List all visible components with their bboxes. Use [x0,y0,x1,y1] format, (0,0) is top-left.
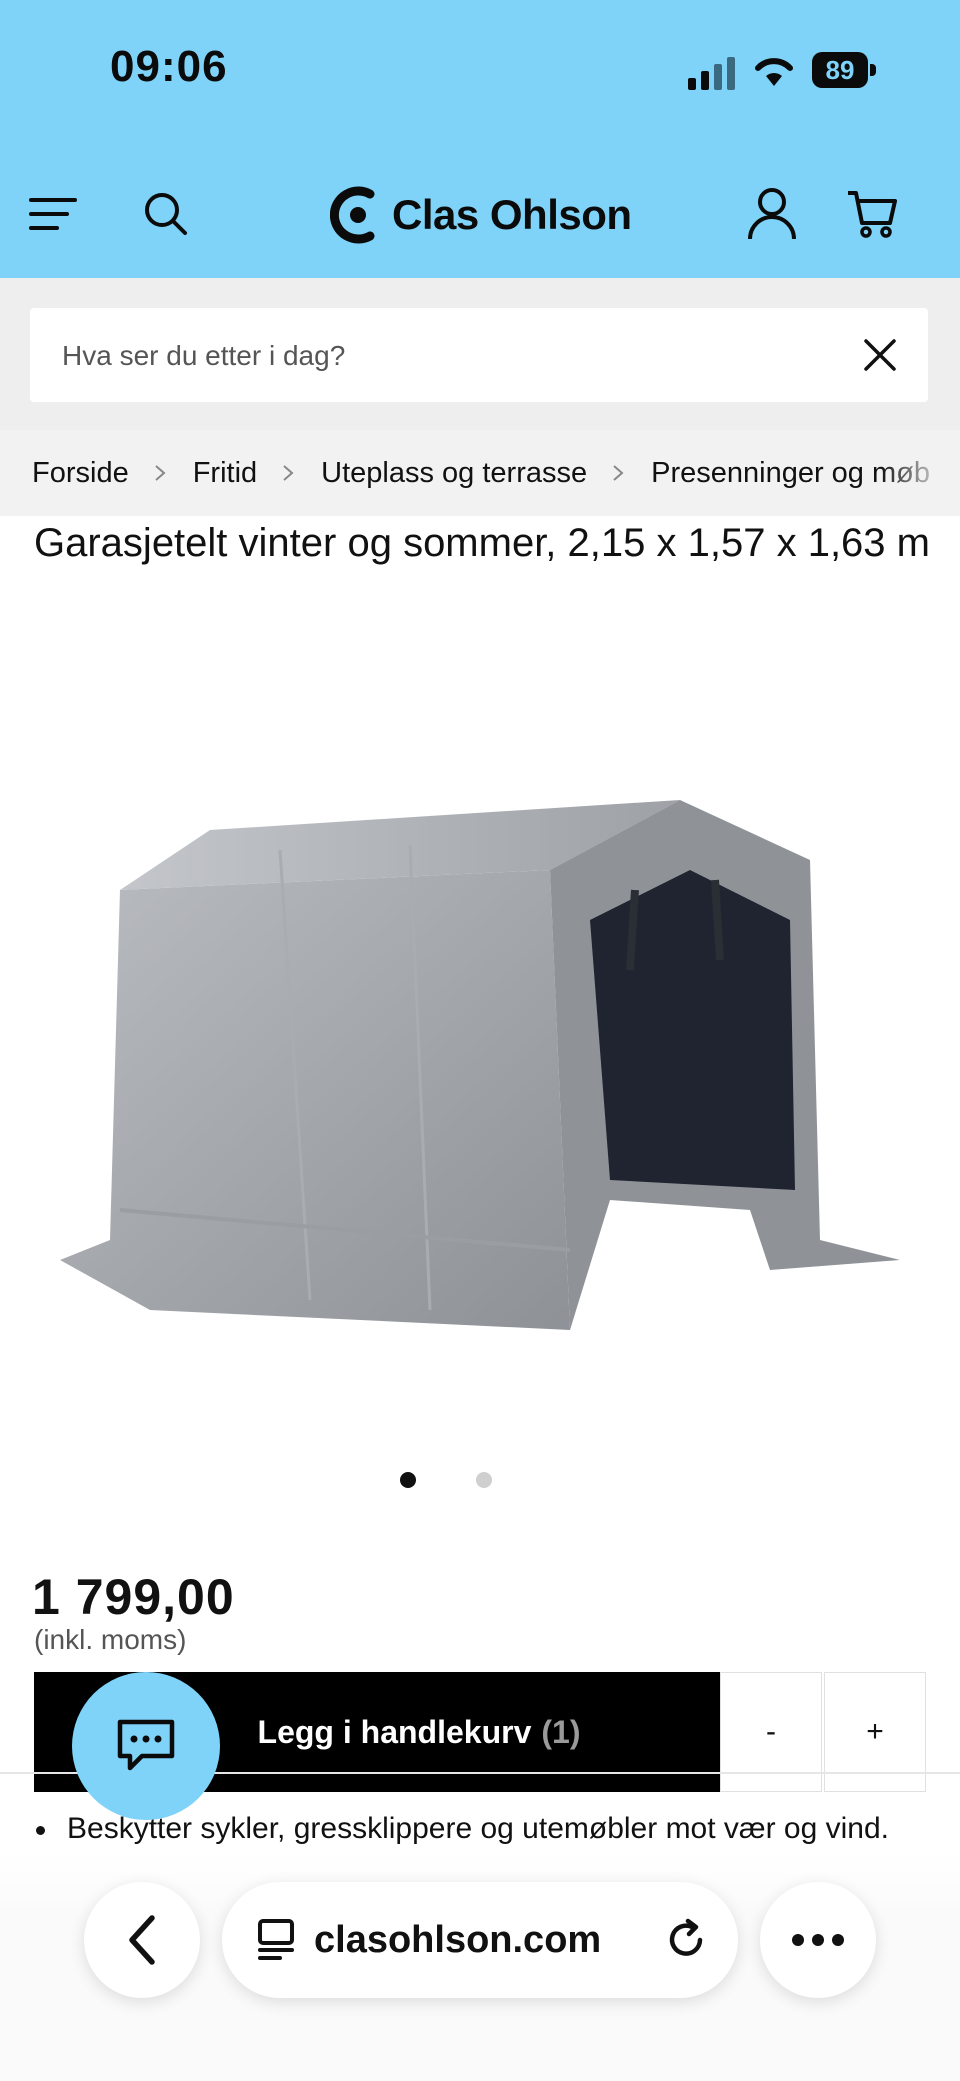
chat-icon [117,1719,175,1771]
bullet-icon [36,1825,45,1835]
product-image[interactable] [50,770,910,1390]
carousel-dot-1[interactable] [400,1472,416,1488]
battery-level: 89 [812,52,868,88]
battery-tip [870,64,876,76]
feature-bullet-text: Beskytter sykler, gressklippere og utemø… [67,1812,889,1845]
close-icon[interactable] [860,335,900,375]
chevron-right-icon [155,465,166,481]
address-bar[interactable]: clasohlson.com [222,1882,738,1998]
quantity-decrease-button[interactable]: - [720,1672,822,1792]
feature-bullet: Beskytter sykler, gressklippere og utemø… [36,1812,936,1846]
app-header: 09:06 89 Clas Ohlson [0,0,960,278]
carousel-dot-2[interactable] [476,1472,492,1488]
search-box [30,308,928,404]
search-icon[interactable] [138,186,194,242]
breadcrumb-item-fritid[interactable]: Fritid [193,457,257,490]
price-vat-note: (inkl. moms) [34,1624,187,1655]
brand-logo-icon [330,186,375,244]
main-nav: Clas Ohlson [0,170,960,260]
status-time: 09:06 [110,42,228,91]
breadcrumb-item-forside[interactable]: Forside [32,457,129,490]
quantity-increase-button[interactable]: + [824,1672,926,1792]
breadcrumb-fade [880,430,960,516]
product-price: 1 799,00 [32,1569,235,1625]
battery-indicator: 89 [812,52,878,88]
tabs-icon[interactable] [256,1918,296,1962]
image-carousel-dots [400,1472,520,1492]
reload-icon[interactable] [664,1918,708,1962]
brand-logo[interactable]: Clas Ohlson [330,180,632,250]
chevron-left-icon [129,1915,155,1965]
url-text: clasohlson.com [314,1918,602,1961]
shopping-cart-icon[interactable] [844,186,900,242]
user-icon[interactable] [744,186,800,242]
browser-toolbar: clasohlson.com [0,1850,960,2081]
hamburger-menu-icon[interactable] [26,186,82,242]
chat-button[interactable] [72,1672,220,1820]
search-input[interactable] [60,308,844,404]
search-area [0,278,960,430]
chevron-right-icon [283,465,294,481]
cellular-signal-icon [688,57,735,90]
breadcrumb-item-uteplass[interactable]: Uteplass og terrasse [321,457,587,490]
wifi-icon [755,58,793,86]
back-button[interactable] [84,1882,200,1998]
breadcrumb: Forside Fritid Uteplass og terrasse Pres… [0,430,960,516]
cart-count: (1) [541,1713,581,1750]
brand-name: Clas Ohlson [392,191,632,238]
more-options-button[interactable] [760,1882,876,1998]
add-to-cart-label: Legg i handlekurv [257,1713,532,1750]
chevron-right-icon [613,465,624,481]
more-horizontal-icon [792,1934,844,1946]
product-title: Garasjetelt vinter og sommer, 2,15 x 1,5… [34,521,930,565]
